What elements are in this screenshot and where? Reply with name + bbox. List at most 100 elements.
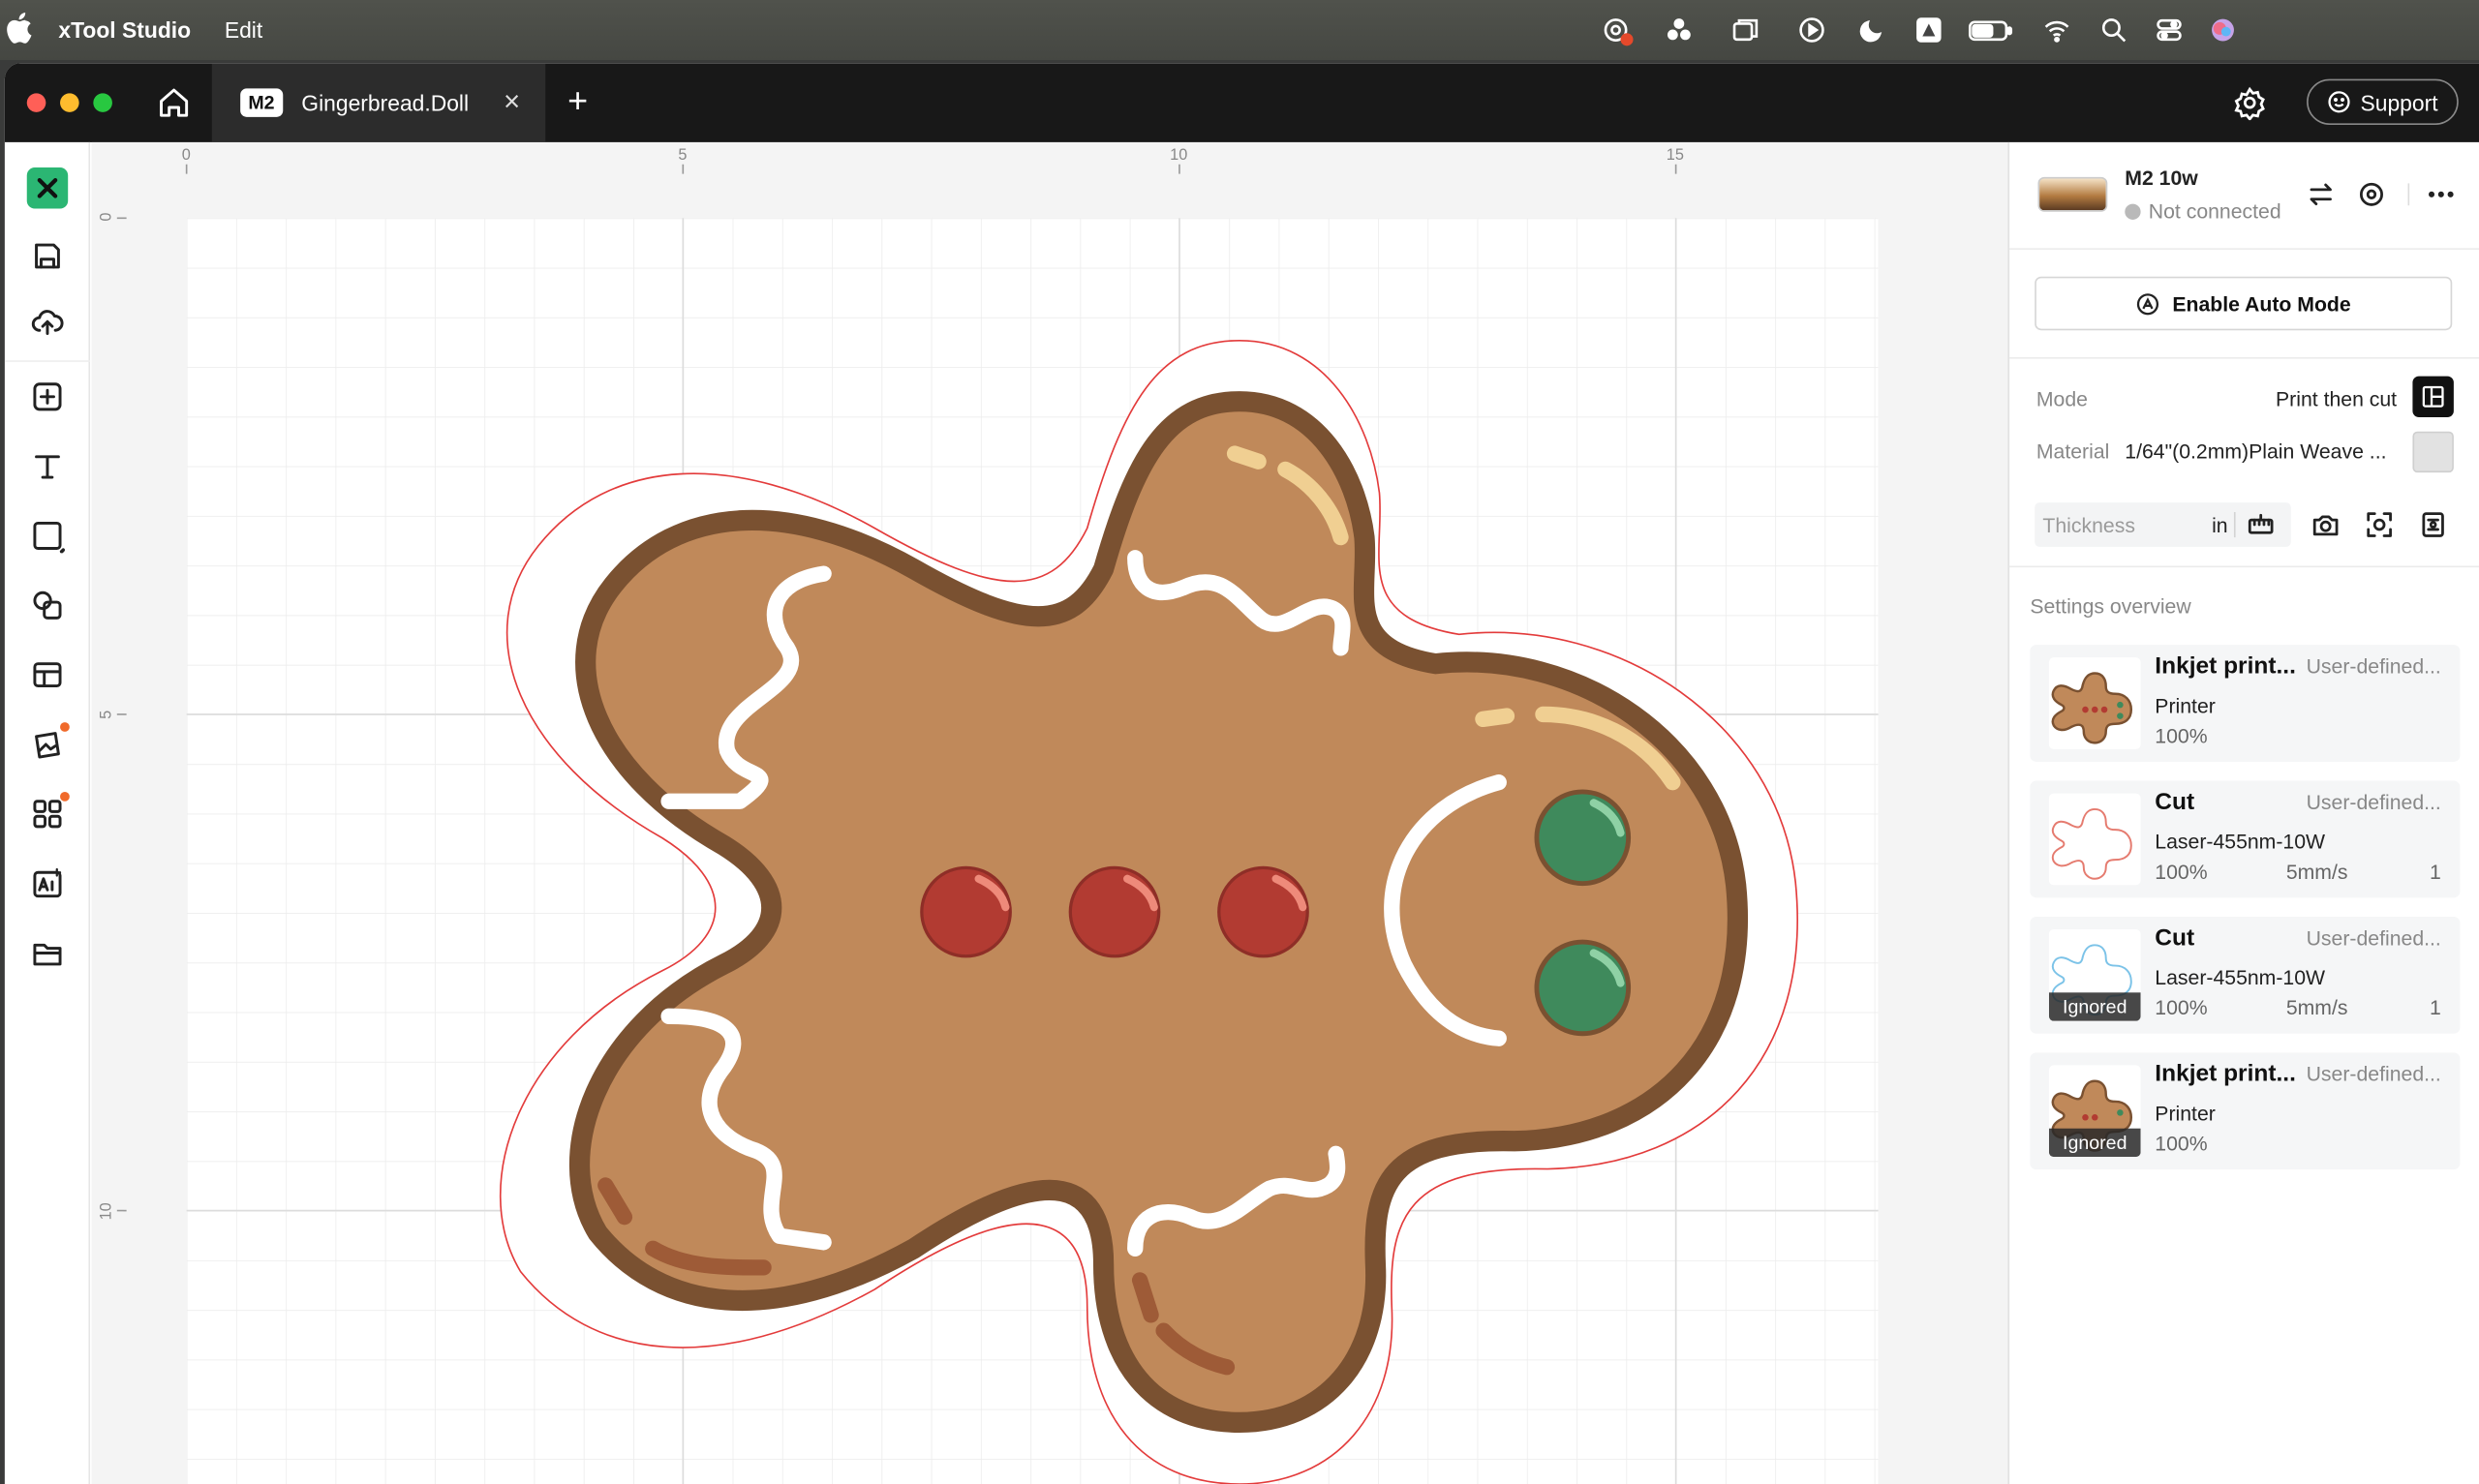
cloud-upload-icon[interactable]: [27, 302, 68, 343]
ruler-top-label: 5: [678, 146, 687, 164]
wifi-icon[interactable]: [2042, 15, 2070, 44]
auto-mode-icon: [2136, 292, 2159, 315]
canvas-svg: 0 5 10 15 0 5 10: [91, 141, 2008, 1484]
switch-device-icon[interactable]: [2304, 177, 2339, 212]
macos-menubar: xTool Studio Edit: [0, 0, 2479, 61]
shape-tool-icon[interactable]: [27, 515, 68, 556]
close-tab-icon[interactable]: ×: [504, 85, 520, 118]
ignored-badge: Ignored: [2048, 992, 2141, 1021]
layer-thumbnail: [2048, 657, 2141, 749]
material-label: Material: [2035, 439, 2110, 464]
layer-title: Cut: [2155, 788, 2195, 816]
highlight: [1226, 445, 1267, 469]
spotlight-search-icon[interactable]: [2099, 15, 2127, 44]
apps-grid-icon[interactable]: [27, 791, 70, 834]
design-canvas[interactable]: 0 5 10 15 0 5 10: [91, 141, 2008, 1484]
menu-app-name[interactable]: xTool Studio: [58, 17, 191, 43]
support-label: Support: [2360, 89, 2438, 115]
close-window-button[interactable]: [26, 93, 46, 112]
material-swatch[interactable]: [2412, 431, 2454, 473]
machine-thumbnail[interactable]: [2037, 176, 2108, 212]
left-toolbar: [4, 141, 91, 1484]
add-element-icon[interactable]: [27, 377, 68, 417]
divider: [2009, 248, 2479, 250]
battery-icon[interactable]: [1967, 15, 2014, 44]
layer-power: 100%: [2155, 860, 2208, 884]
support-smile-icon: [2328, 91, 2350, 113]
support-button[interactable]: Support: [2307, 78, 2459, 125]
camera-icon[interactable]: [2309, 507, 2343, 542]
layout-template-icon[interactable]: [27, 654, 68, 695]
layer-power: 100%: [2155, 1131, 2208, 1156]
candy-buttons: [920, 865, 1309, 958]
play-icon[interactable]: [1797, 15, 1825, 44]
minimize-window-button[interactable]: [60, 93, 79, 112]
ignored-badge: Ignored: [2048, 1128, 2141, 1158]
layer-card[interactable]: Ignored Inkjet print... User-defined... …: [2030, 1052, 2461, 1170]
combine-shapes-icon[interactable]: [27, 585, 68, 625]
cluster-icon[interactable]: [1665, 15, 1693, 44]
settings-gear-icon[interactable]: [2232, 85, 2267, 122]
layer-power: 100%: [2155, 723, 2208, 748]
project-folder-icon[interactable]: [27, 932, 68, 973]
moon-icon[interactable]: [1857, 15, 1885, 44]
measure-ruler-icon[interactable]: [2244, 507, 2279, 542]
top-ruler: [91, 141, 2008, 219]
layer-source: User-defined...: [2306, 925, 2441, 951]
new-tab-button[interactable]: +: [567, 80, 588, 121]
thickness-field[interactable]: Thickness in: [2035, 502, 2291, 547]
focus-scan-icon[interactable]: [2362, 507, 2397, 542]
settings-overview-title: Settings overview: [2030, 593, 2191, 619]
material-settings-icon[interactable]: [2416, 507, 2451, 542]
layer-device: Laser-455nm-10W: [2155, 830, 2326, 854]
device-settings-icon[interactable]: [2354, 177, 2389, 212]
layout-split-icon: [2422, 385, 2444, 408]
layer-pass-count: 1: [2430, 860, 2441, 884]
divider: [2009, 356, 2479, 359]
delta-app-icon[interactable]: [1914, 15, 1943, 44]
more-options-icon[interactable]: [2424, 177, 2459, 212]
layer-thumbnail: [2048, 793, 2141, 886]
text-tool-icon[interactable]: [27, 445, 68, 486]
divider: [2009, 565, 2479, 568]
window-switch-icon[interactable]: [1731, 15, 1760, 44]
apple-icon[interactable]: [7, 13, 32, 45]
mode-toggle-button[interactable]: [2412, 376, 2454, 418]
divider: [2233, 511, 2236, 538]
zoom-window-button[interactable]: [93, 93, 112, 112]
siri-icon[interactable]: [2209, 15, 2237, 44]
ruler-top-label: 10: [1170, 146, 1187, 164]
title-bar: M2 Gingerbread.Doll × + Support: [4, 63, 2479, 142]
layer-card[interactable]: Ignored Cut User-defined... Laser-455nm-…: [2030, 916, 2461, 1034]
thickness-unit: in: [2212, 513, 2228, 538]
enable-auto-mode-button[interactable]: Enable Auto Mode: [2035, 276, 2453, 331]
document-tab[interactable]: M2 Gingerbread.Doll ×: [211, 63, 546, 142]
layer-thumbnail: Ignored: [2048, 928, 2141, 1021]
layer-speed: 5mm/s: [2285, 860, 2348, 884]
layer-title: Inkjet print...: [2155, 1060, 2296, 1088]
mode-value[interactable]: Print then cut: [2276, 387, 2397, 410]
home-button[interactable]: [157, 85, 192, 120]
layer-title: Cut: [2155, 924, 2195, 952]
shadow-stroke: [1131, 1272, 1159, 1323]
screen-record-icon[interactable]: [1602, 15, 1634, 46]
save-icon[interactable]: [27, 235, 68, 276]
layer-device: Laser-455nm-10W: [2155, 965, 2326, 990]
thickness-placeholder[interactable]: Thickness: [2042, 514, 2135, 537]
document-title: Gingerbread.Doll: [301, 90, 470, 116]
layer-device: Printer: [2155, 693, 2216, 718]
image-library-icon[interactable]: [27, 722, 70, 765]
layer-card[interactable]: Cut User-defined... Laser-455nm-10W 100%…: [2030, 780, 2461, 898]
layer-power: 100%: [2155, 995, 2208, 1020]
control-center-icon[interactable]: [2155, 15, 2183, 44]
app-window: M2 Gingerbread.Doll × + Support 0 5 10 1…: [4, 63, 2479, 1484]
device-name[interactable]: M2 10w: [2125, 166, 2198, 189]
xtool-logo-icon[interactable]: [26, 167, 69, 209]
ai-tool-icon[interactable]: [27, 863, 68, 903]
mode-label: Mode: [2035, 386, 2088, 411]
layer-title: Inkjet print...: [2155, 652, 2296, 681]
material-value[interactable]: 1/64"(0.2mm)Plain Weave ...: [2125, 439, 2386, 463]
menu-edit[interactable]: Edit: [225, 17, 262, 43]
machine-badge: M2: [240, 88, 283, 117]
layer-card[interactable]: Inkjet print... User-defined... Printer …: [2030, 645, 2461, 762]
